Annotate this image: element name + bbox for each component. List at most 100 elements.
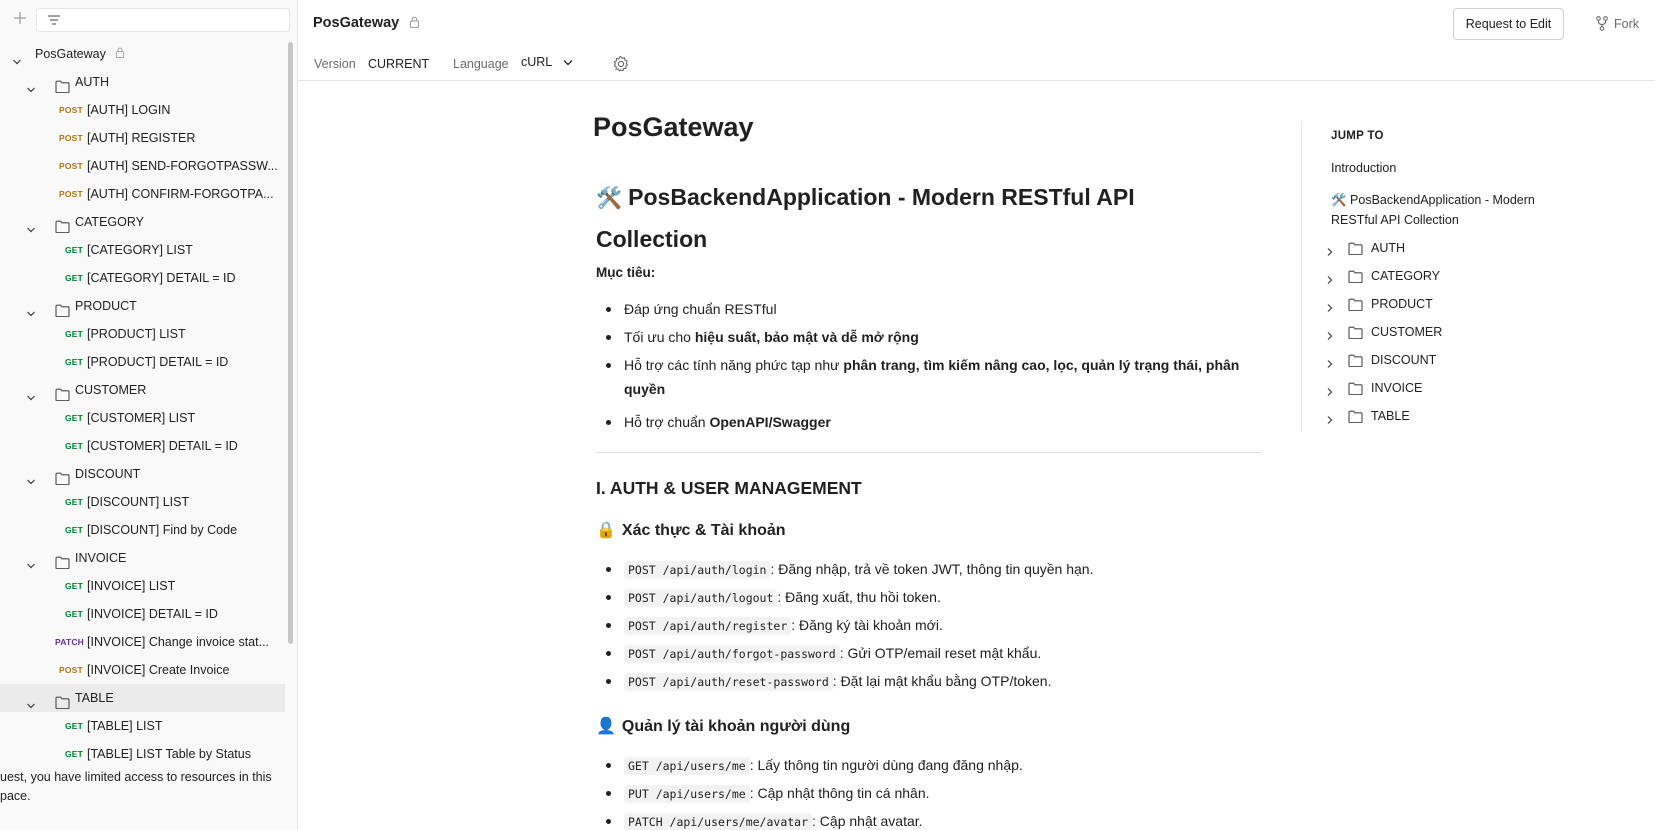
request-item[interactable]: GET [CATEGORY] DETAIL = ID: [0, 264, 285, 292]
goal-text: Tối ưu cho hiệu suất, bảo mật và dễ mở r…: [624, 325, 1256, 349]
folder-discount[interactable]: DISCOUNT: [0, 460, 285, 488]
header: PosGateway Request to Edit Fork Version …: [298, 0, 1655, 81]
language-label: Language: [453, 57, 509, 71]
goal-text-bold: OpenAPI/Swagger: [709, 414, 831, 430]
request-item[interactable]: POST [AUTH] REGISTER: [0, 124, 285, 152]
goal-text-plain: Hỗ trợ các tính năng phức tạp như: [624, 357, 844, 373]
request-label: [AUTH] REGISTER: [87, 131, 196, 145]
folder-category[interactable]: CATEGORY: [0, 208, 285, 236]
request-item[interactable]: POST [AUTH] CONFIRM-FORGOTPA...: [0, 180, 285, 208]
goal-item: Hỗ trợ chuẩn OpenAPI/Swagger: [596, 410, 1256, 434]
request-item[interactable]: POST [AUTH] LOGIN: [0, 96, 285, 124]
request-item[interactable]: GET [DISCOUNT] Find by Code: [0, 516, 285, 544]
chevron-down-icon: [563, 60, 573, 66]
endpoint-item: POST /api/auth/logout: Đăng xuất, thu hồ…: [596, 585, 1256, 610]
request-label: [INVOICE] LIST: [87, 579, 176, 593]
sidebar-scrollbar[interactable]: [288, 42, 293, 644]
method-badge: GET: [65, 581, 84, 591]
request-label: [AUTH] CONFIRM-FORGOTPA...: [87, 187, 274, 201]
folder-auth[interactable]: AUTH: [0, 68, 285, 96]
folder-customer[interactable]: CUSTOMER: [0, 376, 285, 404]
request-item[interactable]: GET [CATEGORY] LIST: [0, 236, 285, 264]
folder-icon: [1348, 241, 1363, 261]
request-item[interactable]: POST [AUTH] SEND-FORGOTPASSW...: [0, 152, 285, 180]
request-item[interactable]: GET [TABLE] LIST Table by Status: [0, 740, 285, 765]
request-label: [TABLE] LIST: [87, 719, 163, 733]
folder-label: TABLE: [75, 691, 114, 705]
request-item[interactable]: POST [INVOICE] Create Invoice: [0, 656, 285, 684]
jump-folder-invoice[interactable]: INVOICE: [1325, 378, 1555, 398]
request-item[interactable]: GET [INVOICE] LIST: [0, 572, 285, 600]
bullet: [606, 420, 611, 425]
jump-folder-auth[interactable]: AUTH: [1325, 238, 1555, 258]
jump-folder-customer[interactable]: CUSTOMER: [1325, 322, 1555, 342]
request-item[interactable]: GET [DISCOUNT] LIST: [0, 488, 285, 516]
folder-icon: [1348, 353, 1363, 373]
bullet: [606, 567, 611, 572]
endpoint-desc: : Đăng xuất, thu hồi token.: [777, 589, 941, 605]
goal-label: Mục tiêu:: [596, 265, 656, 280]
folder-label: PRODUCT: [75, 299, 137, 313]
chevron-right-icon: [1325, 243, 1335, 263]
method-badge: GET: [65, 749, 84, 759]
jump-folder-table[interactable]: TABLE: [1325, 406, 1555, 426]
filter-input[interactable]: [36, 8, 290, 32]
lock-icon: 🔒: [596, 522, 616, 539]
request-item[interactable]: GET [CUSTOMER] LIST: [0, 404, 285, 432]
folder-table[interactable]: TABLE: [0, 684, 285, 712]
request-item[interactable]: GET [TABLE] LIST: [0, 712, 285, 740]
method-badge: GET: [65, 357, 84, 367]
doc-heading-2: 🛠️ PosBackendApplication - Modern RESTful…: [596, 177, 1196, 259]
doc-title: PosGateway: [593, 112, 754, 142]
jump-link-overview[interactable]: 🛠️ PosBackendApplication - Modern RESTfu…: [1331, 190, 1556, 230]
request-to-edit-button[interactable]: Request to Edit: [1453, 8, 1564, 40]
jump-link-introduction[interactable]: Introduction: [1331, 158, 1556, 178]
endpoint-desc: : Cập nhật thông tin cá nhân.: [749, 785, 930, 801]
request-label: [DISCOUNT] LIST: [87, 495, 190, 509]
fork-button[interactable]: Fork: [1595, 13, 1639, 35]
language-dropdown[interactable]: cURL: [521, 55, 573, 69]
goal-text-plain: Tối ưu cho: [624, 329, 695, 345]
endpoint-code: POST /api/auth/reset-password: [624, 673, 833, 691]
request-item[interactable]: GET [PRODUCT] LIST: [0, 320, 285, 348]
method-badge: PATCH: [55, 637, 85, 647]
method-badge: GET: [65, 525, 84, 535]
request-item[interactable]: GET [CUSTOMER] DETAIL = ID: [0, 432, 285, 460]
request-item[interactable]: PATCH [INVOICE] Change invoice stat...: [0, 628, 285, 656]
chevron-down-icon: [26, 217, 36, 233]
request-label: [PRODUCT] LIST: [87, 327, 186, 341]
bullet: [606, 819, 611, 824]
folder-invoice[interactable]: INVOICE: [0, 544, 285, 572]
plus-icon[interactable]: [10, 8, 30, 30]
language-value: cURL: [521, 55, 552, 69]
endpoint-code: POST /api/auth/login: [624, 561, 771, 579]
request-item[interactable]: GET [PRODUCT] DETAIL = ID: [0, 348, 285, 376]
version-value[interactable]: CURRENT: [368, 56, 429, 72]
divider: [596, 452, 1262, 453]
endpoint-desc: : Lấy thông tin người dùng đang đăng nhậ…: [749, 757, 1023, 773]
request-item[interactable]: GET [INVOICE] DETAIL = ID: [0, 600, 285, 628]
endpoint-item: POST /api/auth/login: Đăng nhập, trả về …: [596, 557, 1256, 582]
method-badge: GET: [65, 721, 84, 731]
folder-label: CUSTOMER: [75, 383, 147, 397]
jump-folder-label: CUSTOMER: [1371, 325, 1443, 339]
endpoint-item: POST /api/auth/register: Đăng ký tài kho…: [596, 613, 1256, 638]
endpoint-desc: : Cập nhật avatar.: [812, 813, 923, 829]
sidebar-toolbar: [0, 0, 298, 40]
jump-folder-label: AUTH: [1371, 241, 1406, 255]
method-badge: POST: [59, 161, 83, 171]
jump-folder-discount[interactable]: DISCOUNT: [1325, 350, 1555, 370]
folder-product[interactable]: PRODUCT: [0, 292, 285, 320]
folder-icon: [1348, 297, 1363, 317]
tree-root-collection[interactable]: PosGateway: [0, 40, 285, 68]
chevron-down-icon: [26, 553, 36, 569]
goal-text: Đáp ứng chuẩn RESTful: [624, 297, 1256, 321]
auth-subheading: 🔒 Xác thực & Tài khoản: [596, 520, 786, 540]
endpoint-item: POST /api/auth/forgot-password: Gửi OTP/…: [596, 641, 1256, 666]
gear-icon[interactable]: [612, 55, 630, 73]
jump-folder-product[interactable]: PRODUCT: [1325, 294, 1555, 314]
chevron-right-icon: [1325, 327, 1335, 347]
chevron-down-icon: [26, 469, 36, 485]
jump-folder-category[interactable]: CATEGORY: [1325, 266, 1555, 286]
goal-text-plain: Đáp ứng chuẩn RESTful: [624, 301, 777, 317]
